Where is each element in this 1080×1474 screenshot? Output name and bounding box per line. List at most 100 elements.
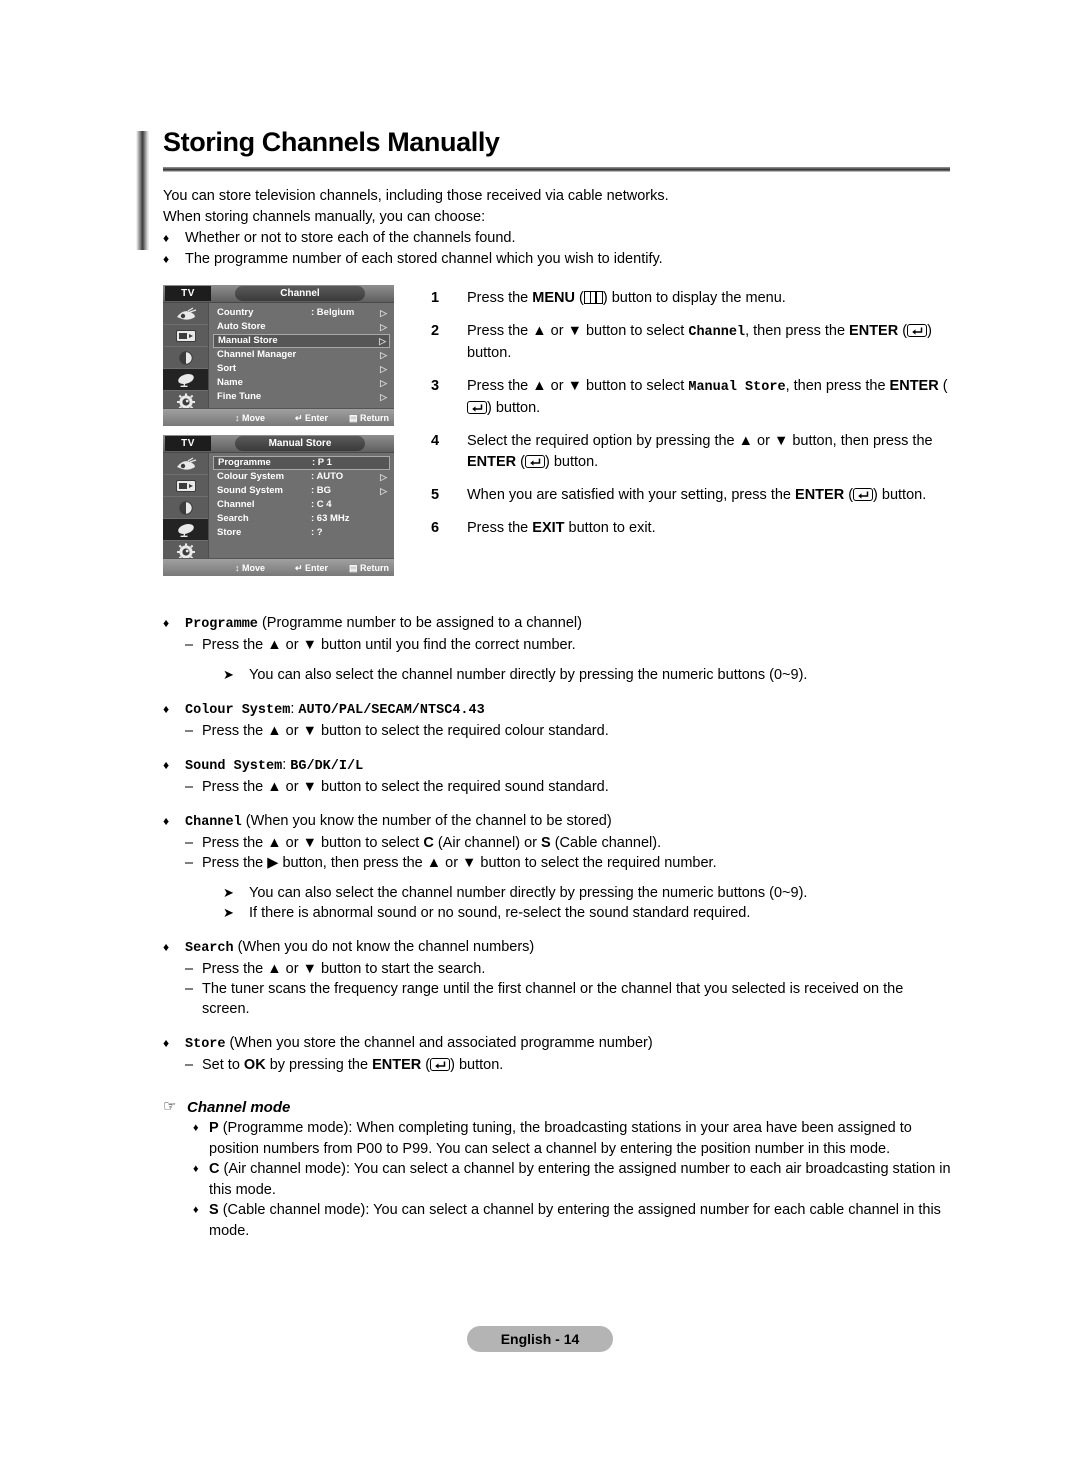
osd-item-channel-manager[interactable]: Channel Manager ▷ <box>213 348 390 362</box>
note-arrow-icon: ➤ <box>223 905 234 920</box>
osd-item-sound-system[interactable]: Sound System: BG ▷ <box>213 484 390 498</box>
intro-bullet-1-text: Whether or not to store each of the chan… <box>185 230 516 246</box>
channel-mode-item-text: C (Air channel mode): You can select a c… <box>209 1159 953 1200</box>
body-text: Press the ▲ or ▼ button to select <box>202 835 424 851</box>
body-text: ( <box>516 454 526 470</box>
option-note-text: You can also select the channel number d… <box>249 885 808 901</box>
osd-source-label: TV <box>165 286 211 301</box>
body-text: ( <box>574 290 584 306</box>
body-text: (When you store the channel and associat… <box>225 1035 653 1051</box>
diamond-icon: ♦ <box>193 1163 199 1175</box>
enter-key-icon <box>853 488 874 501</box>
option-group-4: ♦ Channel (When you know the number of th… <box>163 811 953 923</box>
body-text: When you are satisfied with your setting… <box>467 487 796 503</box>
option-heading-text: Colour System: AUTO/PAL/SECAM/NTSC4.43 <box>185 699 485 721</box>
option-dash-text: Press the ▲ or ▼ button to select the re… <box>202 721 609 741</box>
ui-term-text: Sound System <box>185 759 283 774</box>
osd-submenu-arrow-icon: ▷ <box>379 336 386 346</box>
osd-input-icon[interactable] <box>163 453 208 475</box>
osd-item-value: : BG <box>311 485 332 496</box>
osd-item-channel[interactable]: Channel: C 4 <box>213 498 390 512</box>
step-text: When you are satisfied with your setting… <box>467 485 951 506</box>
page-content: Storing Channels Manually You can store … <box>163 129 953 1241</box>
emphasis-text: MENU <box>532 290 575 306</box>
enter-key-icon <box>525 455 546 468</box>
option-dash-text: Set to OK by pressing the ENTER () butto… <box>202 1055 503 1075</box>
step-number: 1 <box>431 290 440 306</box>
body-text: (Programme mode): When completing tuning… <box>209 1120 912 1157</box>
option-heading: ♦ Search (When you do not know the channe… <box>163 937 953 959</box>
osd-channel-icon[interactable] <box>163 369 208 391</box>
step-text: Press the ▲ or ▼ button to select Channe… <box>467 321 951 364</box>
intro-bullet-2: ♦ The programme number of each stored ch… <box>163 249 953 270</box>
body-text: ( <box>938 378 948 394</box>
option-dash-line: – Press the ▲ or ▼ button to start the se… <box>163 959 953 979</box>
osd-sound-icon[interactable] <box>163 497 208 519</box>
osd-item-auto-store[interactable]: Auto Store ▷ <box>213 320 390 334</box>
osd-item-value: : C 4 <box>311 499 332 510</box>
osd-icon-rail <box>163 453 209 563</box>
osd-item-manual-store[interactable]: Manual Store ▷ <box>213 334 390 348</box>
channel-mode-item-2: ♦ C (Air channel mode): You can select a … <box>163 1159 953 1200</box>
osd-item-search[interactable]: Search: 63 MHz <box>213 512 390 526</box>
body-text: Press the ▲ or ▼ button to select <box>467 378 689 394</box>
body-text: ) button to display the menu. <box>602 290 786 306</box>
osd-item-label: Auto Store <box>217 321 266 332</box>
osd-menu-title: Channel <box>235 286 365 301</box>
enter-key-icon <box>907 324 928 337</box>
body-text: button to exit. <box>564 520 656 536</box>
enter-key-icon <box>430 1058 451 1071</box>
osd-picture-icon[interactable] <box>163 475 208 497</box>
option-note-line: ➤ If there is abnormal sound or no sound,… <box>163 903 953 923</box>
osd-input-icon[interactable] <box>163 303 208 325</box>
osd-submenu-arrow-icon: ▷ <box>380 364 387 374</box>
osd-source-label: TV <box>165 436 211 451</box>
body-text: Press the <box>467 520 533 536</box>
osd-and-steps: TV Channel Country: Belgium ▷ Auto Store ▷ Man… <box>163 285 953 585</box>
osd-menu-2: TV Manual Store Programme: P 1 Colour Syste… <box>163 435 394 576</box>
osd-sound-icon[interactable] <box>163 347 208 369</box>
option-dash-line: – The tuner scans the frequency range unt… <box>163 979 953 1019</box>
option-heading: ♦ Colour System: AUTO/PAL/SECAM/NTSC4.43 <box>163 699 953 721</box>
osd-item-list: Programme: P 1 Colour System: AUTO ▷ Sound … <box>213 456 390 540</box>
osd-item-programme[interactable]: Programme: P 1 <box>213 456 390 470</box>
body-text: Press the ▲ or ▼ button to select <box>467 323 689 339</box>
note-arrow-icon: ➤ <box>223 667 234 682</box>
osd-item-fine-tune[interactable]: Fine Tune ▷ <box>213 390 390 404</box>
osd-item-sort[interactable]: Sort ▷ <box>213 362 390 376</box>
osd-item-label: Sound System <box>217 485 283 496</box>
option-heading-text: Channel (When you know the number of the… <box>185 811 612 833</box>
option-dash-line: – Press the ▲ or ▼ button to select the r… <box>163 777 953 797</box>
step-text: Press the ▲ or ▼ button to select Manual… <box>467 376 951 419</box>
osd-hint-enter: ↵ Enter <box>295 413 329 423</box>
dash-icon: – <box>185 1057 194 1073</box>
page-number-badge: English - 14 <box>466 1326 614 1352</box>
intro-bullet-2-text: The programme number of each stored chan… <box>185 251 663 267</box>
option-note-text: If there is abnormal sound or no sound, … <box>249 905 751 921</box>
osd-item-value: : Belgium <box>311 307 355 318</box>
title-side-bar <box>136 131 149 250</box>
osd-item-value: : P 1 <box>312 457 332 468</box>
option-dash-line: – Press the ▲ or ▼ button to select C (Ai… <box>163 833 953 853</box>
step-1: 1 Press the MENU () button to display the… <box>431 288 951 309</box>
intro-line-2: When storing channels manually, you can … <box>163 209 486 225</box>
osd-item-name[interactable]: Name ▷ <box>213 376 390 390</box>
osd-picture-icon[interactable] <box>163 325 208 347</box>
channel-mode-item-text: P (Programme mode): When completing tuni… <box>209 1118 953 1159</box>
option-dash-text: The tuner scans the frequency range unti… <box>202 979 953 1019</box>
diamond-icon: ♦ <box>163 231 170 245</box>
option-dash-line: – Set to OK by pressing the ENTER () butt… <box>163 1055 953 1075</box>
dash-icon: – <box>185 981 194 997</box>
osd-item-country[interactable]: Country: Belgium ▷ <box>213 306 390 320</box>
osd-title-bar: TV Channel <box>163 285 394 303</box>
osd-item-label: Search <box>217 513 249 524</box>
option-group-2: ♦ Colour System: AUTO/PAL/SECAM/NTSC4.43–… <box>163 699 953 741</box>
diamond-icon: ♦ <box>163 758 170 772</box>
body-text: ( <box>898 323 908 339</box>
osd-item-colour-system[interactable]: Colour System: AUTO ▷ <box>213 470 390 484</box>
osd-channel-icon[interactable] <box>163 519 208 541</box>
channel-mode-block: ☞ Channel mode ♦ P (Programme mode): When… <box>163 1097 953 1241</box>
page-title: Storing Channels Manually <box>163 127 500 157</box>
osd-item-store[interactable]: Store: ? <box>213 526 390 540</box>
